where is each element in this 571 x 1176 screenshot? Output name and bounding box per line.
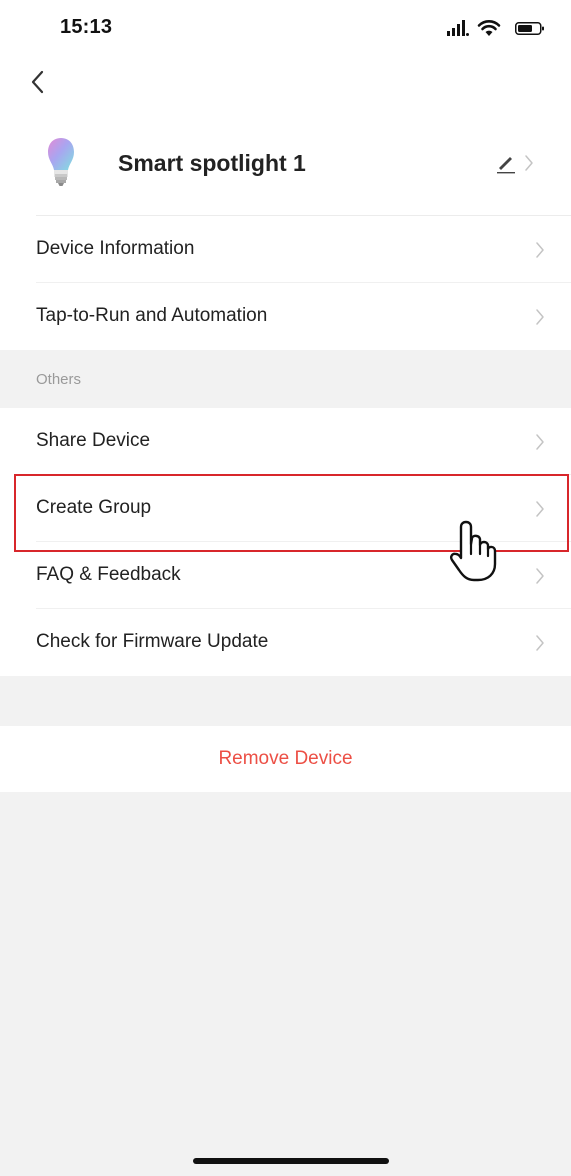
faq-feedback-row[interactable]: FAQ & Feedback <box>0 542 571 609</box>
chevron-right-icon <box>536 434 544 450</box>
share-device-row[interactable]: Share Device <box>0 408 571 475</box>
section-title: Others <box>36 371 82 388</box>
edit-name-button[interactable] <box>495 146 543 180</box>
chevron-right-icon <box>525 155 533 171</box>
device-information-row[interactable]: Device Information <box>0 216 571 283</box>
pencil-icon <box>497 157 515 174</box>
tap-to-run-automation-row[interactable]: Tap-to-Run and Automation <box>0 283 571 350</box>
row-label: FAQ & Feedback <box>36 564 181 585</box>
create-group-row[interactable]: Create Group <box>0 475 571 542</box>
chevron-right-icon <box>536 309 544 325</box>
status-bar: 15:13 <box>0 0 571 56</box>
device-settings-screen: 15:13 Smart spotlight 1 Device Informati… <box>0 0 571 1176</box>
chevron-right-icon <box>536 501 544 517</box>
back-button[interactable] <box>22 64 58 100</box>
bulb-icon <box>48 138 74 186</box>
section-header-others: Others <box>0 350 571 408</box>
status-icons <box>435 20 545 40</box>
chevron-right-icon <box>536 635 544 651</box>
remove-device-label: Remove Device <box>218 748 353 769</box>
chevron-left-icon <box>31 70 44 94</box>
status-time: 15:13 <box>60 16 113 38</box>
chevron-right-icon <box>536 242 544 258</box>
device-name: Smart spotlight 1 <box>118 150 306 176</box>
row-label: Tap-to-Run and Automation <box>36 305 268 326</box>
wifi-icon <box>477 20 501 36</box>
home-indicator[interactable] <box>193 1158 389 1164</box>
row-label: Device Information <box>36 238 195 259</box>
battery-icon <box>515 22 544 35</box>
remove-device-button[interactable]: Remove Device <box>0 726 571 792</box>
row-label: Share Device <box>36 430 151 451</box>
chevron-right-icon <box>536 568 544 584</box>
signal-icon <box>447 20 469 36</box>
row-label: Create Group <box>36 497 152 518</box>
firmware-update-row[interactable]: Check for Firmware Update <box>0 609 571 676</box>
device-header[interactable]: Smart spotlight 1 <box>36 130 571 216</box>
row-label: Check for Firmware Update <box>36 631 269 652</box>
